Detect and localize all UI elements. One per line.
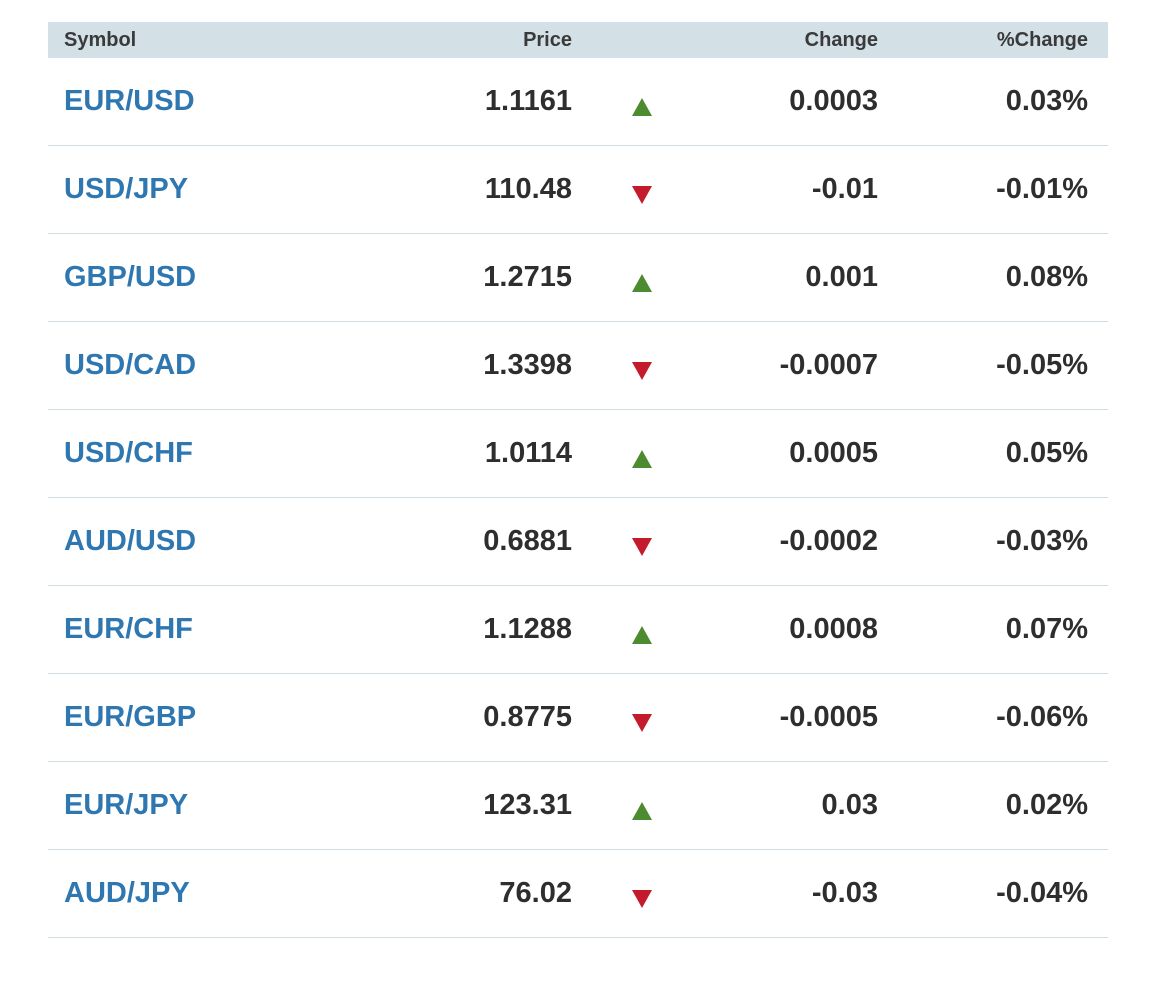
change-cell: 0.0003: [789, 85, 878, 117]
price-cell: 1.3398: [483, 349, 572, 381]
symbol-cell: USD/CAD: [48, 349, 378, 382]
pct-change-column-header[interactable]: %Change: [878, 29, 1088, 52]
price-column-header[interactable]: Price: [378, 29, 572, 52]
change-cell: -0.01: [811, 173, 878, 205]
symbol-link[interactable]: AUD/JPY: [64, 877, 190, 909]
symbol-cell: EUR/CHF: [48, 613, 378, 646]
symbol-cell: EUR/GBP: [48, 701, 378, 734]
symbol-link[interactable]: EUR/USD: [64, 85, 195, 117]
currency-quote-table: Symbol Price Change %Change EUR/USD 1.11…: [48, 22, 1108, 938]
table-row: GBP/USD 1.2715 0.001 0.08%: [48, 234, 1108, 322]
table-row: EUR/USD 1.1161 0.0003 0.03%: [48, 58, 1108, 146]
symbol-cell: AUD/JPY: [48, 877, 378, 910]
direction-cell: [572, 616, 712, 644]
symbol-cell: GBP/USD: [48, 261, 378, 294]
symbol-link[interactable]: EUR/GBP: [64, 701, 196, 733]
symbol-cell: EUR/JPY: [48, 789, 378, 822]
direction-cell: [572, 264, 712, 292]
triangle-down-icon: [632, 185, 652, 204]
change-cell: 0.0005: [789, 437, 878, 469]
table-row: EUR/CHF 1.1288 0.0008 0.07%: [48, 586, 1108, 674]
pct-change-cell: -0.01%: [996, 173, 1088, 205]
pct-change-cell: 0.08%: [1005, 261, 1088, 293]
triangle-up-icon: [632, 625, 652, 644]
symbol-link[interactable]: USD/CAD: [64, 349, 196, 381]
price-cell: 0.6881: [483, 525, 572, 557]
triangle-up-icon: [632, 97, 652, 116]
table-row: AUD/USD 0.6881 -0.0002 -0.03%: [48, 498, 1108, 586]
change-cell: 0.001: [805, 261, 878, 293]
direction-cell: [572, 704, 712, 732]
change-cell: -0.03: [811, 877, 878, 909]
pct-change-cell: -0.05%: [996, 349, 1088, 381]
triangle-up-icon: [632, 801, 652, 820]
symbol-cell: USD/CHF: [48, 437, 378, 470]
table-header-row: Symbol Price Change %Change: [48, 22, 1108, 58]
price-cell: 1.2715: [483, 261, 572, 293]
symbol-cell: AUD/USD: [48, 525, 378, 558]
symbol-cell: EUR/USD: [48, 85, 378, 118]
price-cell: 123.31: [483, 789, 572, 821]
symbol-cell: USD/JPY: [48, 173, 378, 206]
direction-cell: [572, 176, 712, 204]
symbol-link[interactable]: EUR/CHF: [64, 613, 193, 645]
pct-change-cell: -0.03%: [996, 525, 1088, 557]
pct-change-cell: 0.02%: [1005, 789, 1088, 821]
direction-cell: [572, 88, 712, 116]
table-row: USD/CHF 1.0114 0.0005 0.05%: [48, 410, 1108, 498]
table-row: USD/JPY 110.48 -0.01 -0.01%: [48, 146, 1108, 234]
triangle-down-icon: [632, 537, 652, 556]
triangle-up-icon: [632, 449, 652, 468]
price-cell: 1.1161: [484, 85, 572, 117]
change-cell: 0.0008: [789, 613, 878, 645]
pct-change-cell: 0.05%: [1005, 437, 1088, 469]
triangle-down-icon: [632, 713, 652, 732]
pct-change-cell: -0.06%: [996, 701, 1088, 733]
direction-cell: [572, 352, 712, 380]
symbol-link[interactable]: USD/JPY: [64, 173, 188, 205]
table-row: USD/CAD 1.3398 -0.0007 -0.05%: [48, 322, 1108, 410]
pct-change-cell: 0.07%: [1005, 613, 1088, 645]
table-row: EUR/GBP 0.8775 -0.0005 -0.06%: [48, 674, 1108, 762]
symbol-column-header[interactable]: Symbol: [48, 29, 378, 52]
symbol-link[interactable]: USD/CHF: [64, 437, 193, 469]
triangle-down-icon: [632, 361, 652, 380]
price-cell: 1.0114: [484, 437, 572, 469]
triangle-up-icon: [632, 273, 652, 292]
change-cell: -0.0005: [779, 701, 878, 733]
direction-cell: [572, 880, 712, 908]
direction-cell: [572, 792, 712, 820]
price-cell: 0.8775: [483, 701, 572, 733]
triangle-down-icon: [632, 889, 652, 908]
price-cell: 1.1288: [483, 613, 572, 645]
pct-change-cell: -0.04%: [996, 877, 1088, 909]
symbol-link[interactable]: EUR/JPY: [64, 789, 188, 821]
change-cell: 0.03: [821, 789, 878, 821]
table-body: EUR/USD 1.1161 0.0003 0.03% USD/JPY 110.…: [48, 58, 1108, 938]
price-cell: 110.48: [484, 173, 572, 205]
price-cell: 76.02: [499, 877, 572, 909]
change-cell: -0.0007: [779, 349, 878, 381]
pct-change-cell: 0.03%: [1005, 85, 1088, 117]
direction-cell: [572, 528, 712, 556]
table-row: EUR/JPY 123.31 0.03 0.02%: [48, 762, 1108, 850]
symbol-link[interactable]: GBP/USD: [64, 261, 196, 293]
direction-cell: [572, 440, 712, 468]
change-column-header[interactable]: Change: [712, 29, 878, 52]
table-row: AUD/JPY 76.02 -0.03 -0.04%: [48, 850, 1108, 938]
symbol-link[interactable]: AUD/USD: [64, 525, 196, 557]
change-cell: -0.0002: [779, 525, 878, 557]
